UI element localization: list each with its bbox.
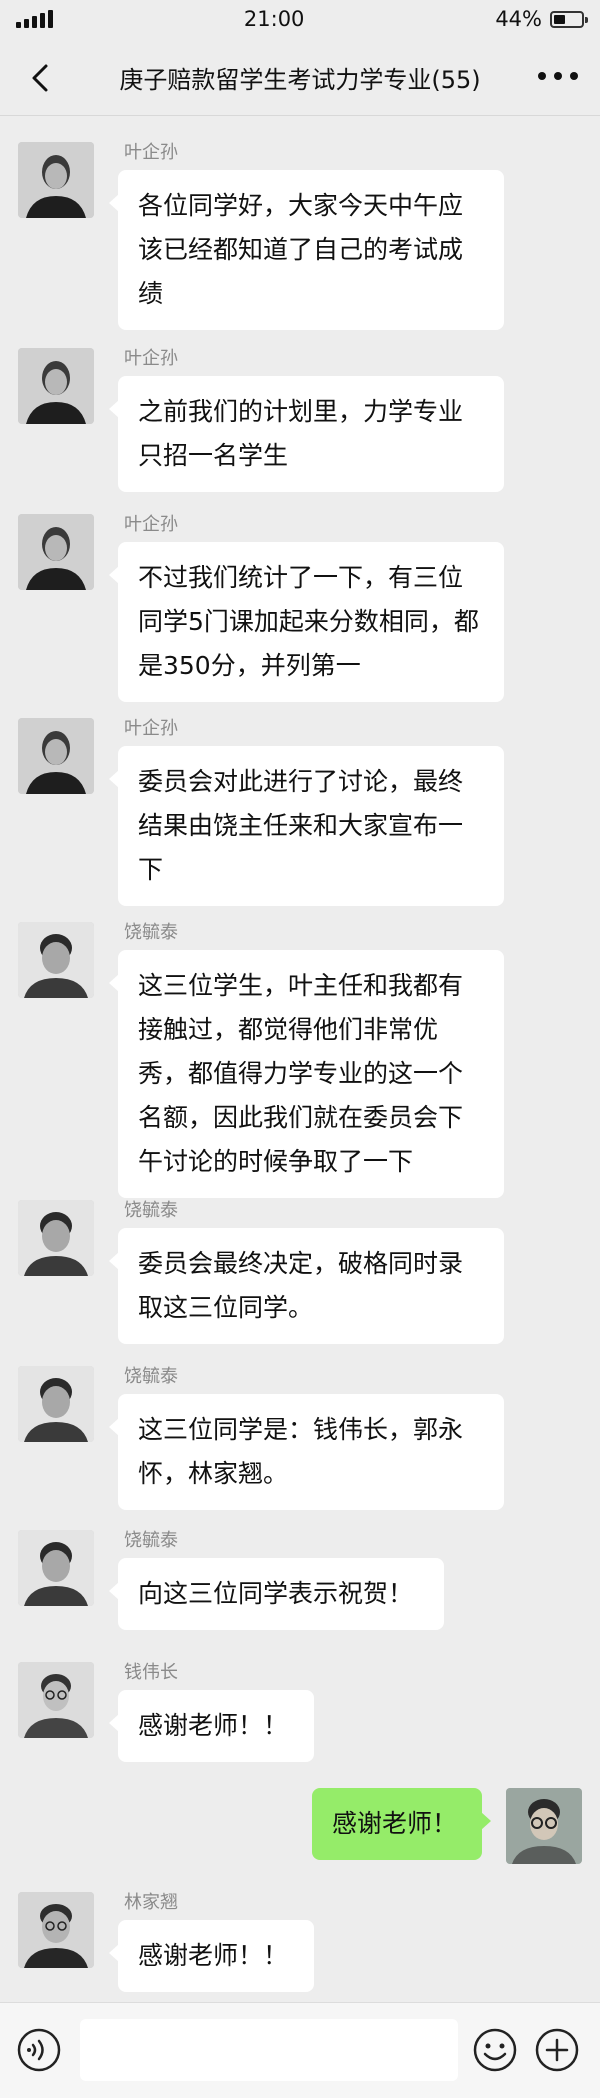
message-item: 饶毓泰 委员会最终决定，破格同时录取这三位同学。 [0, 1200, 600, 1344]
message-item: 叶企孙 各位同学好，大家今天中午应该已经都知道了自己的考试成绩 [0, 142, 600, 330]
more-options-icon[interactable] [538, 66, 578, 86]
sender-name: 钱伟长 [124, 1662, 178, 1683]
battery-percent: 44% [495, 7, 542, 31]
sender-name: 叶企孙 [124, 718, 178, 739]
back-icon[interactable] [26, 58, 56, 98]
battery-icon [550, 10, 588, 28]
message-input[interactable] [80, 2019, 458, 2081]
chat-title: 庚子赔款留学生考试力学专业(55) [119, 65, 481, 94]
message-item: 林家翘 感谢老师！！ [0, 1892, 600, 2002]
input-bar [0, 2002, 600, 2098]
avatar[interactable] [18, 1662, 94, 1738]
voice-icon[interactable] [16, 2027, 62, 2073]
message-bubble[interactable]: 感谢老师！！ [109, 1920, 314, 1992]
chat-header: 庚子赔款留学生考试力学专业(55) [0, 38, 600, 116]
avatar[interactable] [18, 348, 94, 424]
message-bubble[interactable]: 委员会对此进行了讨论，最终结果由饶主任来和大家宣布一下 [109, 746, 504, 906]
avatar[interactable] [18, 142, 94, 218]
avatar-self[interactable] [506, 1788, 582, 1864]
signal-icon [16, 10, 53, 28]
avatar[interactable] [18, 922, 94, 998]
message-item: 叶企孙 委员会对此进行了讨论，最终结果由饶主任来和大家宣布一下 [0, 718, 600, 906]
avatar[interactable] [18, 718, 94, 794]
avatar[interactable] [18, 1366, 94, 1442]
avatar[interactable] [18, 514, 94, 590]
message-bubble[interactable]: 之前我们的计划里，力学专业只招一名学生 [109, 376, 504, 492]
status-bar: 21:00 44% [0, 0, 600, 38]
sender-name: 林家翘 [124, 1892, 178, 1913]
plus-icon[interactable] [534, 2027, 580, 2073]
message-bubble[interactable]: 向这三位同学表示祝贺！ [109, 1558, 444, 1630]
sender-name: 叶企孙 [124, 142, 178, 163]
message-item: 叶企孙 之前我们的计划里，力学专业只招一名学生 [0, 348, 600, 492]
message-bubble[interactable]: 这三位同学是：钱伟长，郭永怀，林家翘。 [109, 1394, 504, 1510]
sender-name: 饶毓泰 [124, 922, 178, 943]
status-time: 21:00 [243, 7, 305, 31]
message-bubble[interactable]: 不过我们统计了一下，有三位同学5门课加起来分数相同，都是350分，并列第一 [109, 542, 504, 702]
sender-name: 叶企孙 [124, 348, 178, 369]
message-item: 钱伟长 感谢老师！！ [0, 1662, 600, 1772]
message-item: 叶企孙 不过我们统计了一下，有三位同学5门课加起来分数相同，都是350分，并列第… [0, 514, 600, 702]
message-bubble[interactable]: 这三位学生，叶主任和我都有接触过，都觉得他们非常优秀，都值得力学专业的这一个名额… [109, 950, 504, 1198]
sender-name: 饶毓泰 [124, 1530, 178, 1551]
message-bubble[interactable]: 各位同学好，大家今天中午应该已经都知道了自己的考试成绩 [109, 170, 504, 330]
message-bubble-self[interactable]: 感谢老师！ [312, 1788, 491, 1860]
message-item: 饶毓泰 这三位学生，叶主任和我都有接触过，都觉得他们非常优秀，都值得力学专业的这… [0, 922, 600, 1198]
message-item-self: 感谢老师！ [0, 1788, 600, 1868]
message-bubble[interactable]: 委员会最终决定，破格同时录取这三位同学。 [109, 1228, 504, 1344]
avatar[interactable] [18, 1530, 94, 1606]
message-item: 饶毓泰 向这三位同学表示祝贺！ [0, 1530, 600, 1640]
avatar[interactable] [18, 1892, 94, 1968]
emoji-icon[interactable] [472, 2027, 518, 2073]
sender-name: 叶企孙 [124, 514, 178, 535]
message-bubble[interactable]: 感谢老师！！ [109, 1690, 314, 1762]
message-item: 饶毓泰 这三位同学是：钱伟长，郭永怀，林家翘。 [0, 1366, 600, 1510]
sender-name: 饶毓泰 [124, 1200, 178, 1221]
avatar[interactable] [18, 1200, 94, 1276]
sender-name: 饶毓泰 [124, 1366, 178, 1387]
